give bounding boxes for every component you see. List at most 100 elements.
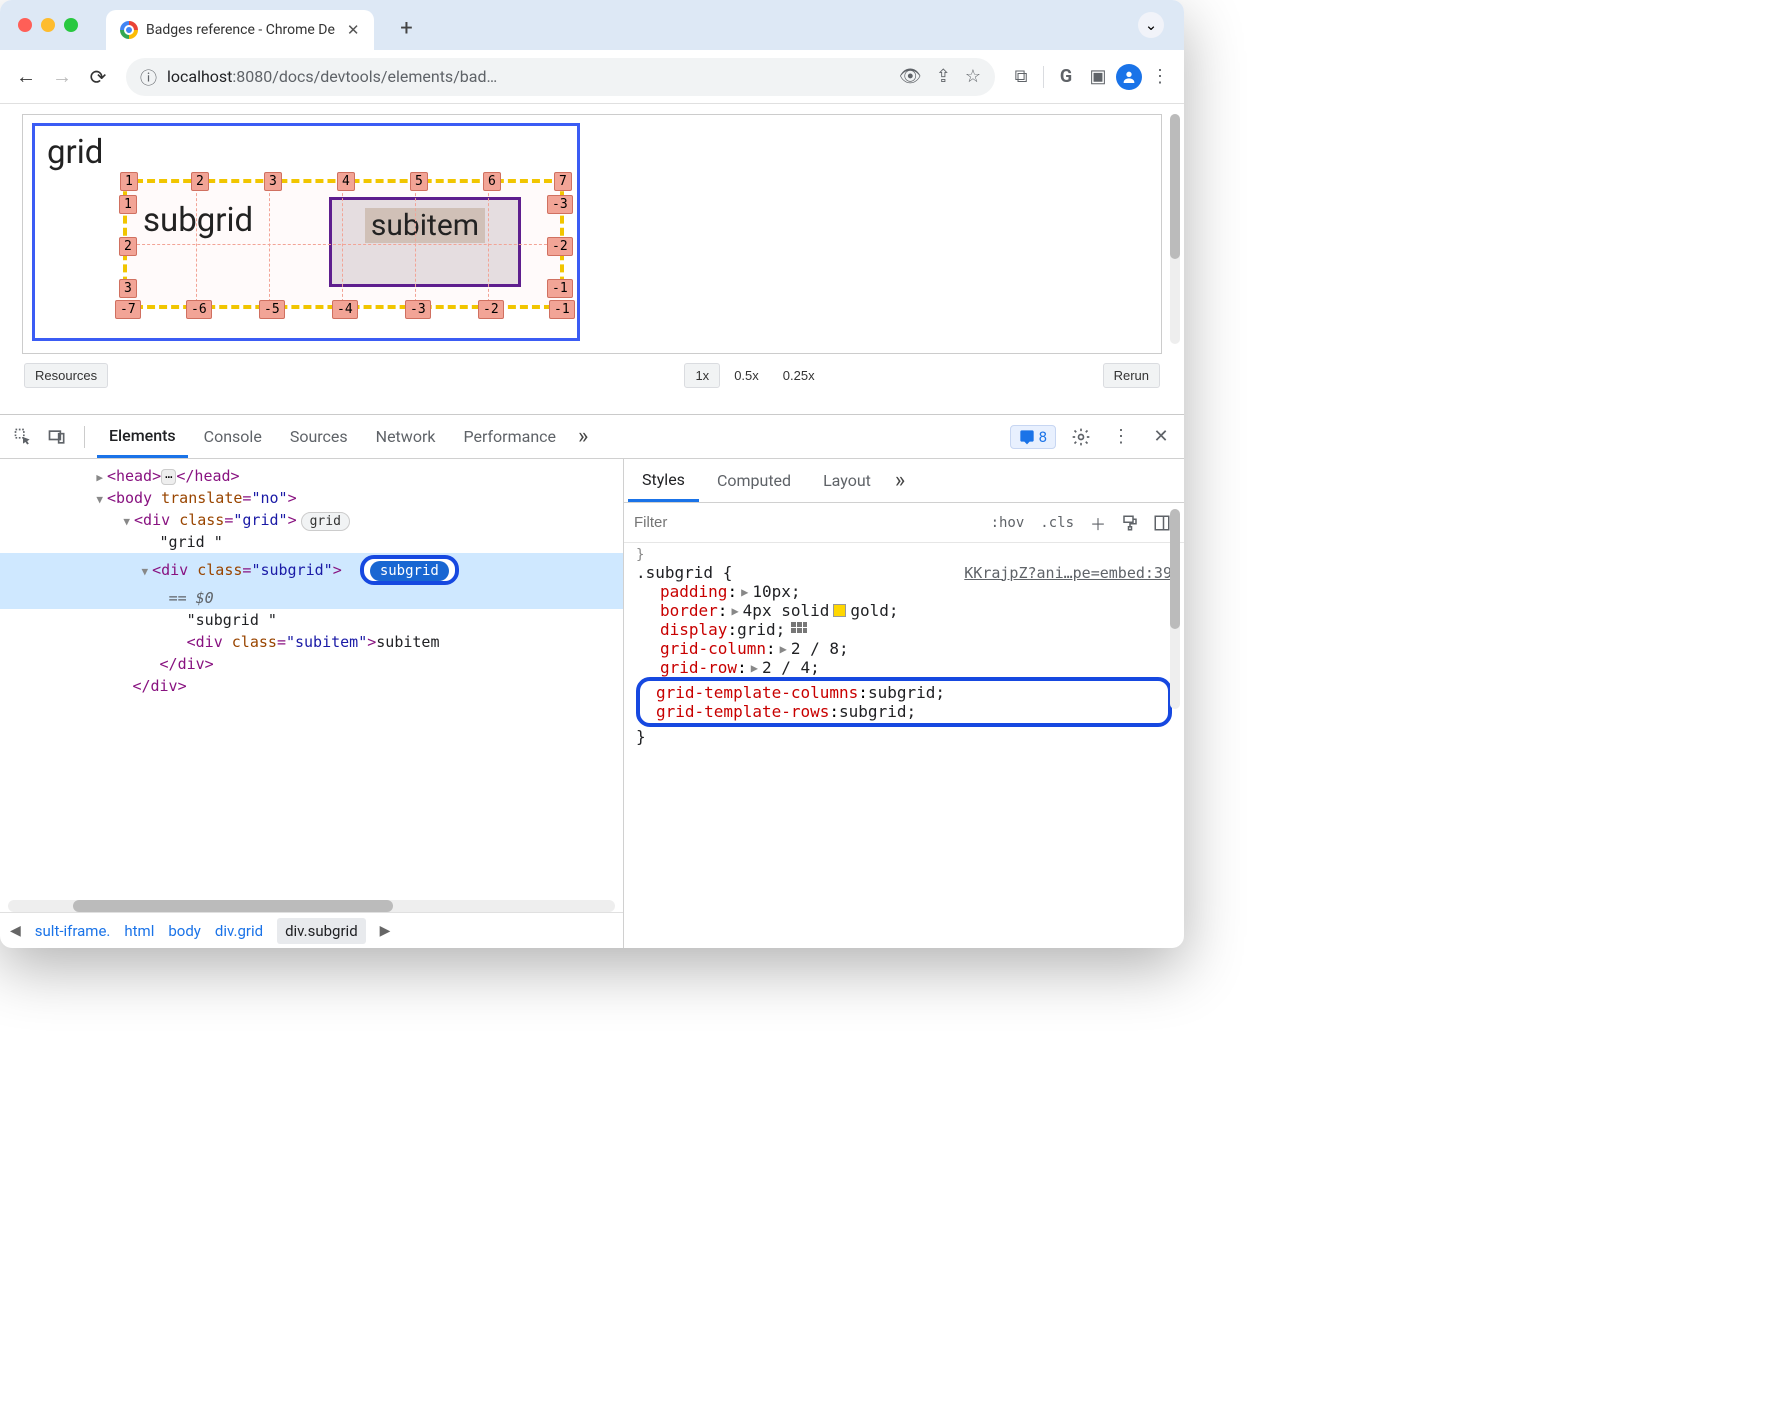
css-declaration[interactable]: grid-template-rows: subgrid; [650,702,1158,721]
grid-number: -6 [186,300,212,319]
crumb-body[interactable]: body [168,922,201,940]
subgrid-badge-callout: subgrid [360,555,459,585]
crumb-divgrid[interactable]: div.grid [215,922,263,940]
grid-number: -2 [547,237,573,256]
google-icon[interactable]: G [1052,66,1080,87]
styles-tabs: Styles Computed Layout » [624,459,1184,503]
styles-panel: Styles Computed Layout » :hov .cls ＋ [624,459,1184,948]
css-declaration[interactable]: grid-row:▶2 / 4; [636,658,1172,677]
css-declaration[interactable]: display: grid; [636,620,1172,639]
zoom-05x-button[interactable]: 0.5x [724,364,769,387]
tab-sources[interactable]: Sources [278,417,360,456]
styles-scroll-thumb[interactable] [1170,509,1180,629]
grid-number: -3 [547,195,573,214]
close-devtools-icon[interactable]: ✕ [1146,422,1176,452]
gridline [488,183,489,307]
close-tab-icon[interactable]: ✕ [347,21,360,39]
profile-avatar[interactable] [1116,64,1142,90]
subitem-label: subitem [365,208,485,243]
devtools-tabs: Elements Console Sources Network Perform… [0,415,1184,459]
tab-title: Badges reference - Chrome De [146,22,335,38]
new-tab-button[interactable]: + [392,13,422,43]
crumb-divsubgrid[interactable]: div.subgrid [277,918,366,944]
grid-number: -1 [547,279,573,298]
grid-number: 2 [191,172,209,191]
inspect-icon[interactable] [8,422,38,452]
crumb-html[interactable]: html [124,922,154,940]
selected-dom-node[interactable]: <div class="subgrid"> subgrid [0,553,623,587]
subgrid-label: subgrid [143,201,253,240]
settings-icon[interactable] [1066,422,1096,452]
sidepanel-icon[interactable]: ▣ [1084,66,1112,87]
tab-styles[interactable]: Styles [628,460,699,502]
css-declaration[interactable]: padding:▶10px; [636,582,1172,601]
css-declaration[interactable]: border:▶4px solid gold; [636,601,1172,620]
demo-toolbar: Resources 1x 0.5x 0.25x Rerun [22,354,1162,390]
color-swatch-icon[interactable] [833,604,846,617]
page-scroll-thumb[interactable] [1170,114,1180,259]
rerun-button[interactable]: Rerun [1103,363,1160,388]
issues-badge[interactable]: 8 [1010,425,1056,449]
maximize-window-button[interactable] [64,18,78,32]
tab-console[interactable]: Console [192,417,274,456]
share-icon[interactable]: ⇪ [936,66,951,87]
minimize-window-button[interactable] [41,18,55,32]
gridline [269,183,270,307]
reload-button[interactable]: ⟳ [82,61,114,93]
star-icon[interactable]: ☆ [965,66,981,87]
styles-rules[interactable]: } .subgrid { KKrajpZ?ani…pe=embed:39 pad… [624,543,1184,948]
paint-icon[interactable] [1118,514,1142,532]
grid-number: 7 [554,172,572,191]
styles-more-icon[interactable]: » [889,468,911,493]
browser-tab[interactable]: Badges reference - Chrome De ✕ [106,10,374,50]
tab-network[interactable]: Network [364,417,448,456]
dom-panel: <head>⋯</head> <body translate="no"> <di… [0,459,624,948]
dom-h-scrollbar[interactable] [8,900,615,912]
crumb-iframe[interactable]: sult-iframe. [35,922,111,940]
resources-button[interactable]: Resources [24,363,108,388]
rule-source-link[interactable]: KKrajpZ?ani…pe=embed:39 [964,564,1172,582]
grid-badge[interactable]: grid [301,512,350,531]
hov-button[interactable]: :hov [987,513,1029,533]
extensions-icon[interactable]: ⧉ [1007,66,1035,87]
grid-editor-icon[interactable] [791,622,807,638]
styles-filter-input[interactable] [634,514,979,531]
grid-number: 4 [337,172,355,191]
grid-number: 6 [483,172,501,191]
site-info-icon[interactable]: ⓘ [140,64,157,89]
browser-toolbar: ← → ⟳ ⓘ localhost:8080/docs/devtools/ele… [0,50,1184,104]
forward-button[interactable]: → [46,61,78,93]
zoom-025x-button[interactable]: 0.25x [773,364,825,387]
tab-search-button[interactable]: ⌄ [1138,12,1164,38]
close-window-button[interactable] [18,18,32,32]
grid-number: -2 [478,300,504,319]
devtools-menu-icon[interactable]: ⋮ [1106,422,1136,452]
rule-selector[interactable]: .subgrid { [636,563,732,582]
tab-layout[interactable]: Layout [809,461,885,500]
grid-number: 2 [119,237,137,256]
css-declaration[interactable]: grid-column:▶2 / 8; [636,639,1172,658]
grid-number: -7 [115,300,141,319]
kebab-menu-icon[interactable]: ⋮ [1146,66,1174,87]
eye-off-icon[interactable]: 👁 [899,66,922,87]
grid-number: 3 [119,279,137,298]
crumb-next-icon[interactable]: ▶ [380,923,391,939]
subgrid-badge[interactable]: subgrid [370,561,449,581]
new-rule-icon[interactable]: ＋ [1086,511,1110,535]
subitem-box: subitem [329,197,521,287]
zoom-1x-button[interactable]: 1x [684,363,720,388]
grid-number: -4 [332,300,358,319]
more-tabs-icon[interactable]: » [572,424,594,449]
device-mode-icon[interactable] [42,422,72,452]
grid-number: -3 [405,300,431,319]
dom-tree[interactable]: <head>⋯</head> <body translate="no"> <di… [0,459,623,896]
cls-button[interactable]: .cls [1036,513,1078,533]
tab-elements[interactable]: Elements [97,416,188,458]
tab-computed[interactable]: Computed [703,461,805,500]
url-text: localhost:8080/docs/devtools/elements/ba… [167,67,889,86]
crumb-prev-icon[interactable]: ◀ [10,923,21,939]
address-bar[interactable]: ⓘ localhost:8080/docs/devtools/elements/… [126,58,995,96]
tab-performance[interactable]: Performance [451,417,568,456]
css-declaration[interactable]: grid-template-columns: subgrid; [650,683,1158,702]
back-button[interactable]: ← [10,61,42,93]
